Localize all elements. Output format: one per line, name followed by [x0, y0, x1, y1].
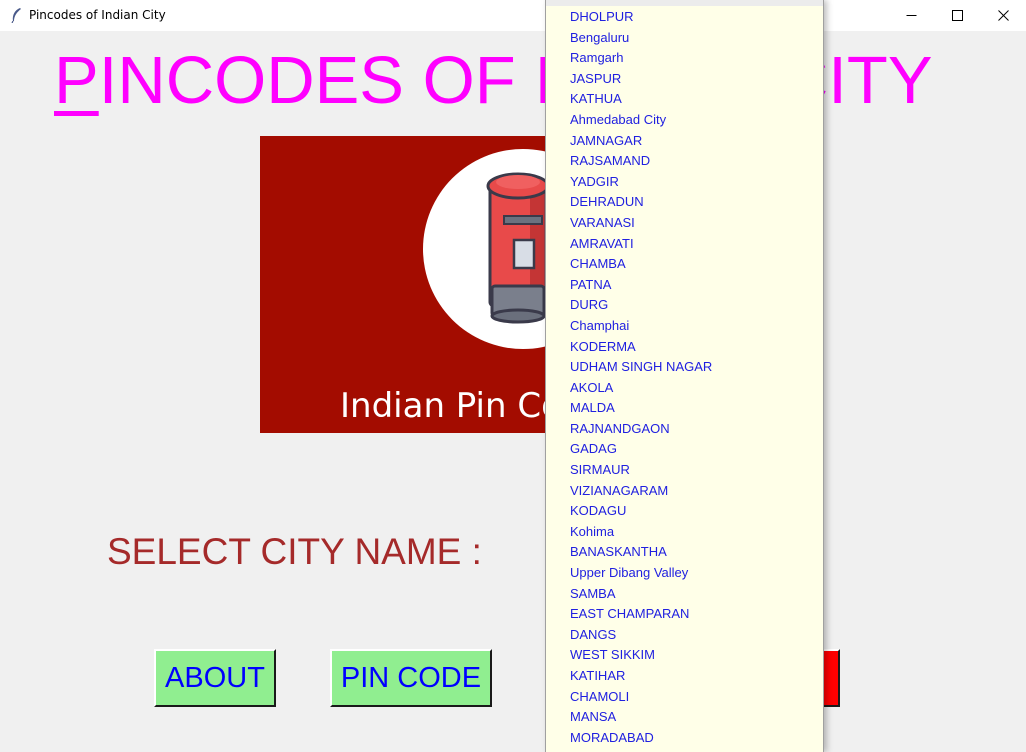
city-option[interactable]: Ramgarh	[546, 48, 823, 69]
city-option[interactable]: JASPUR	[546, 69, 823, 90]
city-option[interactable]: DHOLPUR	[546, 7, 823, 28]
select-city-label: SELECT CITY NAME :	[107, 531, 482, 572]
city-option[interactable]: VIZIANAGARAM	[546, 481, 823, 502]
minimize-button[interactable]	[888, 0, 934, 31]
city-option[interactable]: WEST SIKKIM	[546, 645, 823, 666]
city-option[interactable]: Ahmedabad City	[546, 110, 823, 131]
city-option[interactable]: RAJSAMAND	[546, 151, 823, 172]
city-option[interactable]: GADAG	[546, 439, 823, 460]
title-bar: Pincodes of Indian City	[0, 0, 1026, 31]
city-option[interactable]: PATNA	[546, 275, 823, 296]
city-option[interactable]: KATIHAR	[546, 666, 823, 687]
city-option[interactable]: KATHUA	[546, 89, 823, 110]
main-window: PINCODES OF INDIAN CITY Indian Pin Codes…	[0, 31, 1026, 752]
city-option[interactable]: KODERMA	[546, 337, 823, 358]
city-option[interactable]: AKOLA	[546, 378, 823, 399]
city-option[interactable]: MORADABAD	[546, 728, 823, 749]
city-options: DHOLPUR Bengaluru Ramgarh JASPUR KATHUA Ahmed…	[546, 7, 823, 748]
city-option[interactable]: Kohima	[546, 522, 823, 543]
city-option[interactable]: Bengaluru	[546, 28, 823, 49]
city-option[interactable]: MANSA	[546, 707, 823, 728]
maximize-button[interactable]	[934, 0, 980, 31]
close-button[interactable]	[980, 0, 1026, 31]
city-option[interactable]: Upper Dibang Valley	[546, 563, 823, 584]
city-option[interactable]: VARANASI	[546, 213, 823, 234]
about-button[interactable]: ABOUT	[154, 649, 276, 707]
city-option[interactable]: CHAMOLI	[546, 687, 823, 708]
pin-code-button[interactable]: PIN CODE	[330, 649, 492, 707]
city-option[interactable]: SIRMAUR	[546, 460, 823, 481]
city-option[interactable]: MALDA	[546, 398, 823, 419]
city-option[interactable]: KODAGU	[546, 501, 823, 522]
city-option[interactable]: DURG	[546, 295, 823, 316]
city-option[interactable]: DEHRADUN	[546, 192, 823, 213]
city-option[interactable]: AMRAVATI	[546, 234, 823, 255]
dropdown-top-edge	[546, 0, 823, 6]
city-option[interactable]: UDHAM SINGH NAGAR	[546, 357, 823, 378]
city-option[interactable]: SAMBA	[546, 584, 823, 605]
city-dropdown-list[interactable]: DHOLPUR Bengaluru Ramgarh JASPUR KATHUA Ahmed…	[545, 0, 824, 752]
city-option[interactable]: YADGIR	[546, 172, 823, 193]
city-option[interactable]: DANGS	[546, 625, 823, 646]
city-option[interactable]: JAMNAGAR	[546, 131, 823, 152]
city-option[interactable]: CHAMBA	[546, 254, 823, 275]
city-option[interactable]: Champhai	[546, 316, 823, 337]
city-option[interactable]: BANASKANTHA	[546, 542, 823, 563]
maximize-icon	[951, 10, 963, 21]
feather-icon	[11, 8, 21, 23]
city-option[interactable]: RAJNANDGAON	[546, 419, 823, 440]
city-option[interactable]: EAST CHAMPARAN	[546, 604, 823, 625]
window-title: Pincodes of Indian City	[29, 8, 166, 22]
page-title-first-letter: P	[54, 43, 99, 118]
close-icon	[997, 10, 1009, 21]
minimize-icon	[906, 15, 916, 16]
